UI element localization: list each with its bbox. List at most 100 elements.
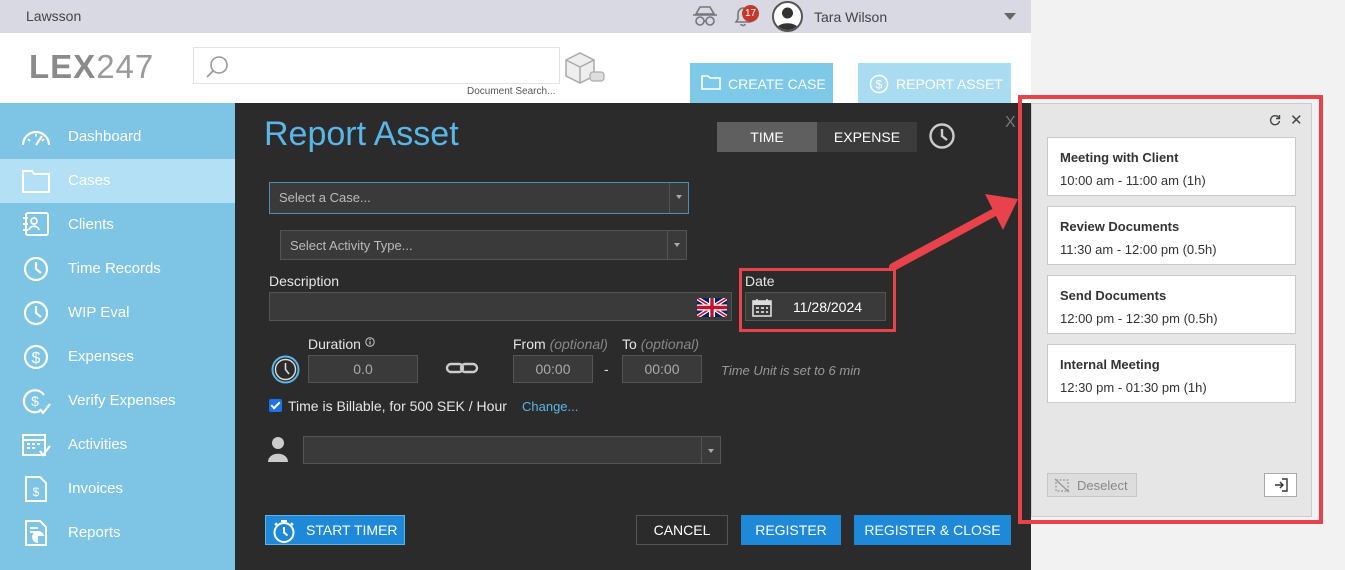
sidebar-item-clients[interactable]: Clients — [0, 203, 235, 247]
user-icon — [268, 437, 288, 462]
event-title: Send Documents — [1060, 288, 1167, 303]
start-timer-button[interactable]: START TIMER — [265, 515, 405, 545]
clock-icon — [23, 300, 49, 326]
clock-icon — [23, 256, 49, 282]
search-input[interactable] — [193, 47, 560, 84]
duration-label: Duration — [308, 336, 375, 352]
cancel-button[interactable]: CANCEL — [636, 515, 728, 545]
event-card[interactable]: Internal Meeting 12:30 pm - 01:30 pm (1h… — [1047, 344, 1296, 403]
folder-icon — [701, 75, 721, 90]
invoice-icon: $ — [25, 476, 47, 502]
report-asset-dialog: Report Asset X TIME EXPENSE Select a Cas… — [235, 103, 1031, 570]
time-range-dash: - — [604, 361, 609, 377]
register-and-close-button[interactable]: REGISTER & CLOSE — [854, 515, 1011, 545]
user-name[interactable]: Tara Wilson — [814, 9, 887, 25]
calendar-events-panel: ✕ Meeting with Client 10:00 am - 11:00 a… — [1031, 103, 1312, 517]
refresh-icon[interactable] — [1269, 114, 1281, 126]
svg-text:$: $ — [33, 485, 40, 499]
history-clock-icon[interactable] — [928, 122, 956, 150]
deselect-button[interactable]: Deselect — [1047, 473, 1137, 497]
svg-text:$: $ — [876, 78, 883, 92]
from-label: From (optional) — [513, 336, 608, 352]
event-title: Review Documents — [1060, 219, 1180, 234]
link-icon[interactable] — [445, 361, 479, 375]
header: LEX247 Document Search... CREATE CASE $ … — [0, 33, 1031, 103]
stopwatch-icon — [273, 520, 295, 543]
dollar-icon: $ — [23, 344, 49, 370]
chevron-down-icon — [669, 183, 688, 213]
incognito-icon[interactable] — [692, 4, 718, 28]
dollar-check-icon: $ — [22, 389, 51, 415]
event-time: 11:30 am - 12:00 pm (0.5h) — [1060, 242, 1217, 257]
sidebar: Dashboard Cases Clients Time Records WIP… — [0, 103, 235, 570]
deselect-icon — [1054, 478, 1070, 493]
date-field[interactable]: 11/28/2024 — [745, 292, 886, 321]
chevron-down-icon[interactable] — [1004, 13, 1016, 20]
dialog-close-button[interactable]: X — [1005, 114, 1016, 132]
calendar-icon — [22, 434, 51, 457]
report-asset-button[interactable]: $ REPORT ASSET — [858, 63, 1011, 103]
billable-label: Time is Billable, for 500 SEK / Hour — [288, 398, 507, 414]
dialog-title: Report Asset — [264, 115, 459, 153]
duration-input[interactable]: 0.0 — [308, 355, 418, 383]
search-icon — [206, 56, 228, 78]
user-silhouette-icon — [776, 7, 799, 30]
sidebar-item-wip-eval[interactable]: WIP Eval — [0, 291, 235, 335]
chevron-down-icon — [667, 231, 686, 259]
app-window: Lawsson 17 Tara Wilson LEX247 Document S… — [0, 0, 1031, 570]
uk-flag-icon[interactable] — [697, 298, 727, 317]
contacts-icon — [23, 212, 49, 236]
document-box-icon[interactable] — [564, 50, 606, 84]
sidebar-item-cases[interactable]: Cases — [0, 159, 235, 203]
date-label: Date — [745, 273, 775, 289]
billable-checkbox[interactable] — [269, 399, 282, 412]
event-time: 10:00 am - 11:00 am (1h) — [1060, 173, 1206, 188]
sidebar-item-verify-expenses[interactable]: $ Verify Expenses — [0, 379, 235, 423]
info-icon — [365, 337, 375, 347]
register-button[interactable]: REGISTER — [741, 515, 841, 545]
description-field[interactable] — [269, 292, 732, 321]
event-card[interactable]: Meeting with Client 10:00 am - 11:00 am … — [1047, 137, 1296, 196]
event-card[interactable]: Send Documents 12:00 pm - 12:30 pm (0.5h… — [1047, 275, 1296, 334]
dollar-circle-icon: $ — [869, 74, 889, 94]
folder-icon — [22, 170, 50, 193]
sidebar-item-reports[interactable]: Reports — [0, 511, 235, 555]
sidebar-item-invoices[interactable]: $ Invoices — [0, 467, 235, 511]
date-value: 11/28/2024 — [793, 299, 863, 315]
activity-type-select[interactable]: Select Activity Type... — [280, 230, 687, 260]
notification-badge: 17 — [742, 5, 759, 22]
time-expense-toggle: TIME EXPENSE — [717, 122, 917, 152]
event-title: Internal Meeting — [1060, 357, 1160, 372]
event-time: 12:30 pm - 01:30 pm (1h) — [1060, 380, 1207, 395]
avatar[interactable] — [772, 1, 803, 32]
case-select[interactable]: Select a Case... — [269, 182, 689, 214]
search-caption: Document Search... — [467, 86, 556, 97]
sidebar-item-activities[interactable]: Activities — [0, 423, 235, 467]
export-button[interactable] — [1264, 473, 1297, 497]
svg-text:$: $ — [32, 350, 41, 367]
event-card[interactable]: Review Documents 11:30 am - 12:00 pm (0.… — [1047, 206, 1296, 265]
chevron-down-icon — [701, 437, 720, 463]
close-icon[interactable]: ✕ — [1290, 111, 1303, 129]
report-icon — [25, 520, 47, 546]
event-title: Meeting with Client — [1060, 150, 1179, 165]
tab-time[interactable]: TIME — [717, 122, 817, 152]
top-bar: Lawsson 17 Tara Wilson — [0, 0, 1031, 33]
sidebar-item-dashboard[interactable]: Dashboard — [0, 115, 235, 159]
tab-expense[interactable]: EXPENSE — [817, 122, 917, 152]
to-label: To (optional) — [622, 336, 700, 352]
sidebar-item-time-records[interactable]: Time Records — [0, 247, 235, 291]
logo[interactable]: LEX247 — [29, 48, 154, 86]
sidebar-item-expenses[interactable]: $ Expenses — [0, 335, 235, 379]
to-time-input[interactable]: 00:00 — [622, 355, 702, 383]
user-select[interactable] — [303, 436, 721, 464]
from-time-input[interactable]: 00:00 — [513, 355, 593, 383]
create-case-button[interactable]: CREATE CASE — [690, 63, 833, 103]
svg-text:$: $ — [31, 393, 39, 409]
sign-in-icon — [1275, 478, 1288, 492]
change-rate-link[interactable]: Change... — [522, 399, 578, 414]
clock-icon — [271, 355, 300, 384]
calendar-icon[interactable] — [752, 298, 772, 317]
event-time: 12:00 pm - 12:30 pm (0.5h) — [1060, 311, 1218, 326]
gauge-icon — [21, 130, 51, 146]
